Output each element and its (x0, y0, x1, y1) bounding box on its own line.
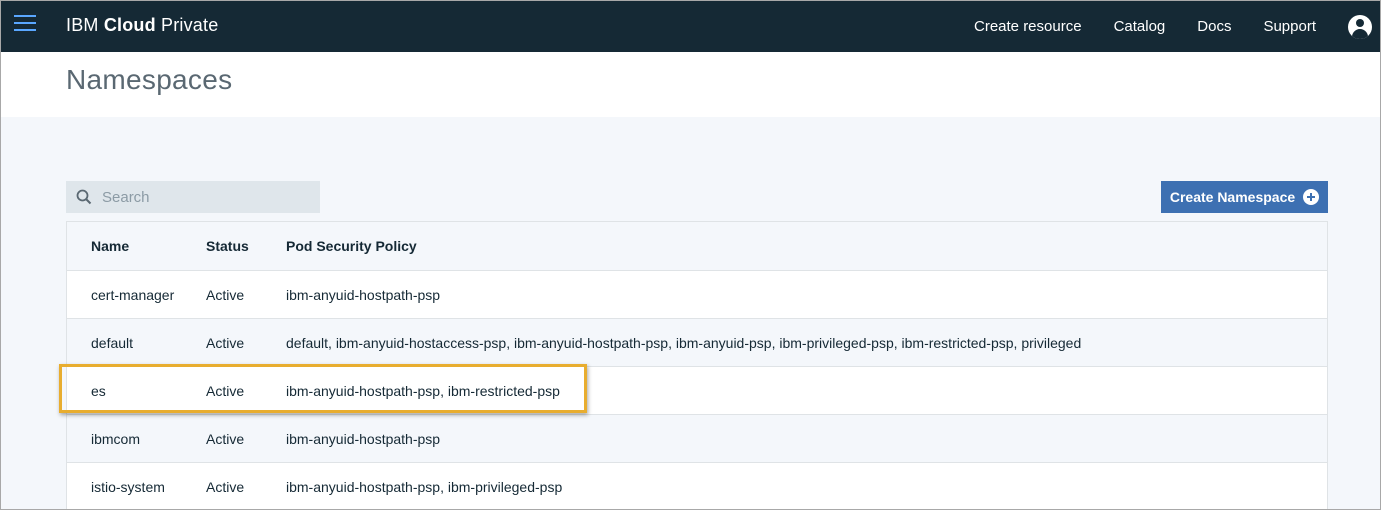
menu-icon[interactable] (14, 15, 36, 35)
nav-create-resource[interactable]: Create resource (974, 18, 1082, 35)
table-row[interactable]: default Active default, ibm-anyuid-hosta… (67, 318, 1327, 366)
cell-status: Active (206, 478, 245, 495)
brand-prefix: IBM (66, 15, 104, 35)
search-box[interactable] (66, 181, 320, 213)
page-title: Namespaces (66, 64, 233, 95)
brand-logo[interactable]: IBM Cloud Private (66, 15, 218, 36)
cell-name[interactable]: ibmcom (91, 431, 140, 447)
top-navigation-bar: IBM Cloud Private Create resource Catalo… (1, 1, 1380, 52)
table-row[interactable]: cert-manager Active ibm-anyuid-hostpath-… (67, 270, 1327, 318)
cell-psp: ibm-anyuid-hostpath-psp, ibm-privileged-… (286, 478, 563, 495)
page-header: Namespaces (1, 52, 1380, 117)
column-header-status[interactable]: Status (206, 238, 249, 254)
header-nav: Create resource Catalog Docs Support (974, 1, 1380, 52)
brand-suffix: Private (155, 15, 219, 35)
user-avatar-icon[interactable] (1348, 14, 1372, 39)
cell-status: Active (206, 430, 245, 447)
cell-status: Active (206, 382, 245, 399)
add-circle-icon (1303, 189, 1320, 205)
column-header-psp[interactable]: Pod Security Policy (286, 238, 417, 254)
cell-name[interactable]: default (91, 335, 133, 351)
cell-status: Active (206, 286, 245, 303)
search-icon (76, 189, 92, 205)
cell-status: Active (206, 334, 245, 351)
table-header-row: Name Status Pod Security Policy (67, 222, 1327, 270)
table-row[interactable]: ibmcom Active ibm-anyuid-hostpath-psp (67, 414, 1327, 462)
cell-name[interactable]: cert-manager (91, 287, 174, 303)
namespaces-table: Name Status Pod Security Policy cert-man… (66, 221, 1328, 509)
nav-support[interactable]: Support (1263, 18, 1316, 35)
cell-name[interactable]: istio-system (91, 479, 165, 495)
search-input[interactable] (102, 188, 302, 206)
create-namespace-button[interactable]: Create Namespace (1161, 181, 1328, 213)
cell-psp: ibm-anyuid-hostpath-psp, ibm-restricted-… (286, 382, 560, 399)
cell-psp: ibm-anyuid-hostpath-psp (286, 430, 441, 447)
app-window: IBM Cloud Private Create resource Catalo… (0, 0, 1381, 510)
cell-name[interactable]: es (91, 383, 106, 399)
create-namespace-label: Create Namespace (1169, 189, 1296, 205)
table-row[interactable]: es Active ibm-anyuid-hostpath-psp, ibm-r… (67, 366, 1327, 414)
column-header-name[interactable]: Name (91, 238, 129, 254)
cell-psp: ibm-anyuid-hostpath-psp (286, 286, 441, 303)
nav-catalog[interactable]: Catalog (1114, 18, 1166, 35)
cell-psp: default, ibm-anyuid-hostaccess-psp, ibm-… (286, 334, 1082, 351)
brand-bold: Cloud (103, 15, 156, 35)
nav-docs[interactable]: Docs (1197, 18, 1231, 35)
table-row[interactable]: istio-system Active ibm-anyuid-hostpath-… (67, 462, 1327, 509)
